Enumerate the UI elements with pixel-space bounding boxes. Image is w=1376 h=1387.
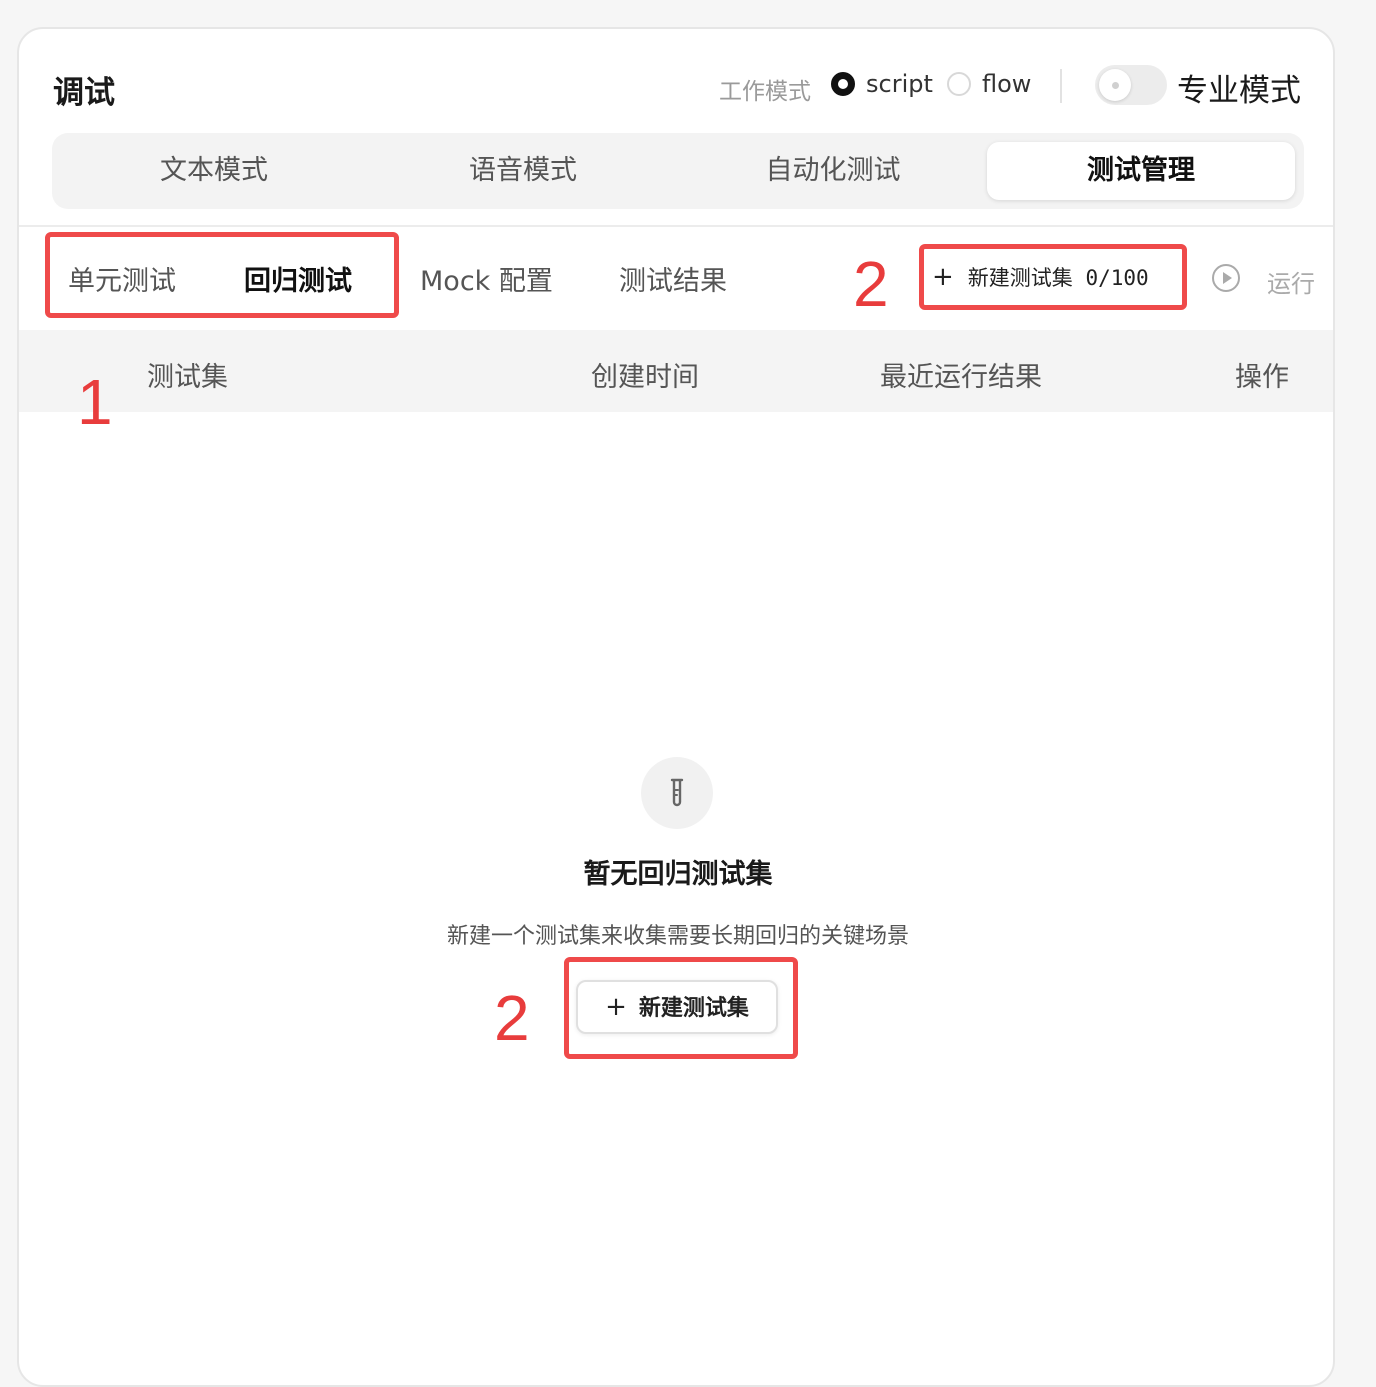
tab-text-mode[interactable]: 文本模式 xyxy=(60,142,368,200)
column-header-actions: 操作 xyxy=(1235,362,1289,393)
script-radio-label[interactable]: script xyxy=(866,70,933,98)
tab-auto-test[interactable]: 自动化测试 xyxy=(679,142,987,200)
debug-panel: 调试 工作模式 script flow 专业模式 文本模式 语音模式 自动化测试… xyxy=(17,27,1335,1387)
toggle-knob xyxy=(1099,69,1131,101)
annotation-number-1: 1 xyxy=(77,366,113,438)
subtab-mock-config[interactable]: Mock 配置 xyxy=(420,259,553,298)
empty-state-description: 新建一个测试集来收集需要长期回归的关键场景 xyxy=(446,924,909,949)
column-header-created-time: 创建时间 xyxy=(591,362,699,393)
plus-icon: + xyxy=(605,992,627,1022)
empty-state-title: 暂无回归测试集 xyxy=(583,859,773,890)
work-mode-label: 工作模式 xyxy=(719,79,811,105)
new-test-set-label: 新建测试集 0/100 xyxy=(967,266,1149,290)
pro-mode-toggle[interactable] xyxy=(1095,65,1167,105)
pro-mode-label: 专业模式 xyxy=(1177,73,1301,109)
subtab-regression-test[interactable]: 回归测试 xyxy=(244,259,352,298)
tab-voice-mode[interactable]: 语音模式 xyxy=(369,142,677,200)
column-header-test-set: 测试集 xyxy=(147,362,228,393)
annotation-number-2-top: 2 xyxy=(853,248,889,320)
plus-icon: + xyxy=(932,262,954,292)
test-tube-icon xyxy=(641,757,713,829)
tab-test-management[interactable]: 测试管理 xyxy=(987,142,1295,200)
main-tabs: 文本模式 语音模式 自动化测试 测试管理 xyxy=(52,133,1304,209)
flow-radio-label[interactable]: flow xyxy=(982,70,1031,98)
create-test-set-button[interactable]: + 新建测试集 xyxy=(576,980,778,1034)
subtab-test-results[interactable]: 测试结果 xyxy=(619,259,727,298)
new-test-set-button[interactable]: + 新建测试集 0/100 xyxy=(924,248,1181,306)
script-radio[interactable] xyxy=(831,72,855,96)
subtab-unit-test[interactable]: 单元测试 xyxy=(68,259,176,298)
play-icon[interactable] xyxy=(1212,264,1240,292)
panel-title: 调试 xyxy=(53,75,115,111)
table-header: 测试集 创建时间 最近运行结果 操作 xyxy=(19,330,1333,412)
flow-radio[interactable] xyxy=(947,72,971,96)
run-button[interactable]: 运行 xyxy=(1267,264,1315,299)
annotation-number-2-bottom: 2 xyxy=(494,982,530,1054)
header-divider xyxy=(1060,69,1062,103)
create-test-set-label: 新建测试集 xyxy=(638,996,749,1021)
section-divider xyxy=(19,225,1333,227)
column-header-last-result: 最近运行结果 xyxy=(880,362,1042,393)
